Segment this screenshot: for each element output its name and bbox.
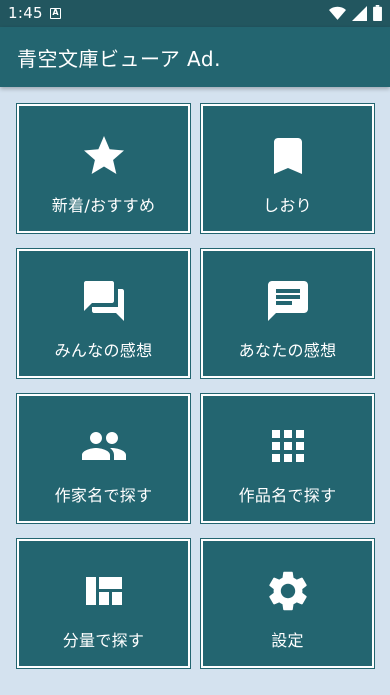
tile-label: あなたの感想 [238,341,337,360]
tile-label: みんなの感想 [54,341,153,360]
star-icon [83,136,124,174]
tile-bookmarks[interactable]: しおり [201,104,374,233]
menu-grid: 新着/おすすめ しおり みんなの感想 あなたの感想 作家名で探す 作品名で探す [17,104,374,668]
tile-label: 設定 [271,631,304,650]
app-title: 青空文庫ビューア Ad. [17,47,221,71]
forum-icon [83,281,124,321]
bookmark-icon [273,138,302,174]
gear-icon [268,571,307,611]
tile-label: 新着/おすすめ [51,196,156,215]
battery-icon [373,5,382,21]
tile-your-reviews[interactable]: あなたの感想 [201,249,374,378]
tile-search-author[interactable]: 作家名で探す [17,394,190,523]
notification-icon: A [50,8,61,19]
tile-new-recommended[interactable]: 新着/おすすめ [17,104,190,233]
tile-label: 作家名で探す [54,486,153,505]
status-bar: 1:45 A [0,0,390,27]
comment-icon [267,281,308,321]
people-icon [81,432,126,460]
grid-icon [271,430,304,462]
tile-label: しおり [263,196,312,215]
tile-label: 分量で探す [62,631,145,650]
tile-search-title[interactable]: 作品名で探す [201,394,374,523]
tile-settings[interactable]: 設定 [201,539,374,668]
tile-search-length[interactable]: 分量で探す [17,539,190,668]
tile-everyone-reviews[interactable]: みんなの感想 [17,249,190,378]
status-time: 1:45 [8,4,43,22]
tile-label: 作品名で探す [238,486,337,505]
wifi-icon [329,6,346,20]
cell-signal-icon [352,5,367,21]
dashboard-icon [85,577,122,605]
app-bar: 青空文庫ビューア Ad. [0,27,390,87]
